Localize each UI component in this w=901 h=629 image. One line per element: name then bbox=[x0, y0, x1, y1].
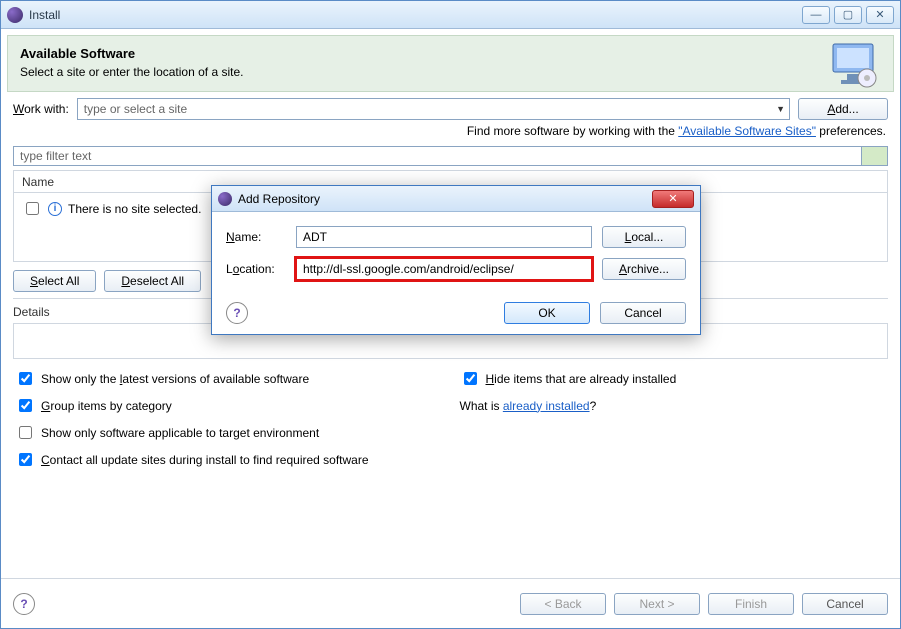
empty-message: There is no site selected. bbox=[68, 202, 201, 216]
eclipse-icon bbox=[7, 7, 23, 23]
eclipse-icon bbox=[218, 192, 232, 206]
banner-heading: Available Software bbox=[20, 46, 881, 61]
archive-button[interactable]: Archive... bbox=[602, 258, 686, 280]
filter-decoration bbox=[862, 146, 888, 166]
repo-name-input[interactable]: ADT bbox=[296, 226, 592, 248]
what-is-installed: What is already installed? bbox=[460, 399, 887, 413]
already-installed-link[interactable]: already installed bbox=[503, 399, 590, 413]
help-icon[interactable]: ? bbox=[13, 593, 35, 615]
next-button[interactable]: Next > bbox=[614, 593, 700, 615]
opt-hide-installed[interactable]: Hide items that are already installed bbox=[460, 369, 887, 388]
dialog-help-icon[interactable]: ? bbox=[226, 302, 248, 324]
info-icon: i bbox=[48, 202, 62, 216]
cancel-button[interactable]: Cancel bbox=[802, 593, 888, 615]
minimize-button[interactable]: — bbox=[802, 6, 830, 24]
titlebar[interactable]: Install — ▢ ✕ bbox=[1, 1, 900, 29]
available-sites-link[interactable]: "Available Software Sites" bbox=[678, 124, 816, 138]
dialog-close-button[interactable]: ✕ bbox=[652, 190, 694, 208]
opt-applicable[interactable]: Show only software applicable to target … bbox=[15, 423, 442, 442]
dialog-cancel-button[interactable]: Cancel bbox=[600, 302, 686, 324]
workwith-combo[interactable]: type or select a site ▼ bbox=[77, 98, 790, 120]
install-window: Install — ▢ ✕ Available Software Select … bbox=[0, 0, 901, 629]
row-checkbox[interactable] bbox=[26, 202, 39, 215]
repo-location-input[interactable]: http://dl-ssl.google.com/android/eclipse… bbox=[296, 258, 592, 280]
select-all-button[interactable]: Select All bbox=[13, 270, 96, 292]
maximize-button[interactable]: ▢ bbox=[834, 6, 862, 24]
workwith-label: Work with: bbox=[13, 102, 69, 116]
add-site-button[interactable]: Add... bbox=[798, 98, 888, 120]
finish-button[interactable]: Finish bbox=[708, 593, 794, 615]
close-button[interactable]: ✕ bbox=[866, 6, 894, 24]
filter-input[interactable]: type filter text bbox=[13, 146, 862, 166]
dialog-titlebar[interactable]: Add Repository ✕ bbox=[212, 186, 700, 212]
wizard-bar: ? < Back Next > Finish Cancel bbox=[1, 578, 900, 628]
repo-name-label: Name: bbox=[226, 230, 286, 244]
repo-location-label: Location: bbox=[226, 262, 286, 276]
back-button[interactable]: < Back bbox=[520, 593, 606, 615]
hint-row: Find more software by working with the "… bbox=[15, 124, 886, 138]
chevron-down-icon: ▼ bbox=[776, 104, 785, 114]
opt-group[interactable]: Group items by category bbox=[15, 396, 442, 415]
banner: Available Software Select a site or ente… bbox=[7, 35, 894, 92]
dialog-title: Add Repository bbox=[238, 192, 652, 206]
opt-contact[interactable]: Contact all update sites during install … bbox=[15, 450, 886, 469]
opt-latest[interactable]: Show only the latest versions of availab… bbox=[15, 369, 442, 388]
banner-sub: Select a site or enter the location of a… bbox=[20, 65, 881, 79]
ok-button[interactable]: OK bbox=[504, 302, 590, 324]
deselect-all-button[interactable]: Deselect All bbox=[104, 270, 201, 292]
install-illustration-icon bbox=[827, 40, 883, 90]
window-title: Install bbox=[29, 8, 802, 22]
add-repository-dialog: Add Repository ✕ Name: ADT Local... Loca… bbox=[211, 185, 701, 335]
workwith-placeholder: type or select a site bbox=[84, 102, 187, 116]
local-button[interactable]: Local... bbox=[602, 226, 686, 248]
